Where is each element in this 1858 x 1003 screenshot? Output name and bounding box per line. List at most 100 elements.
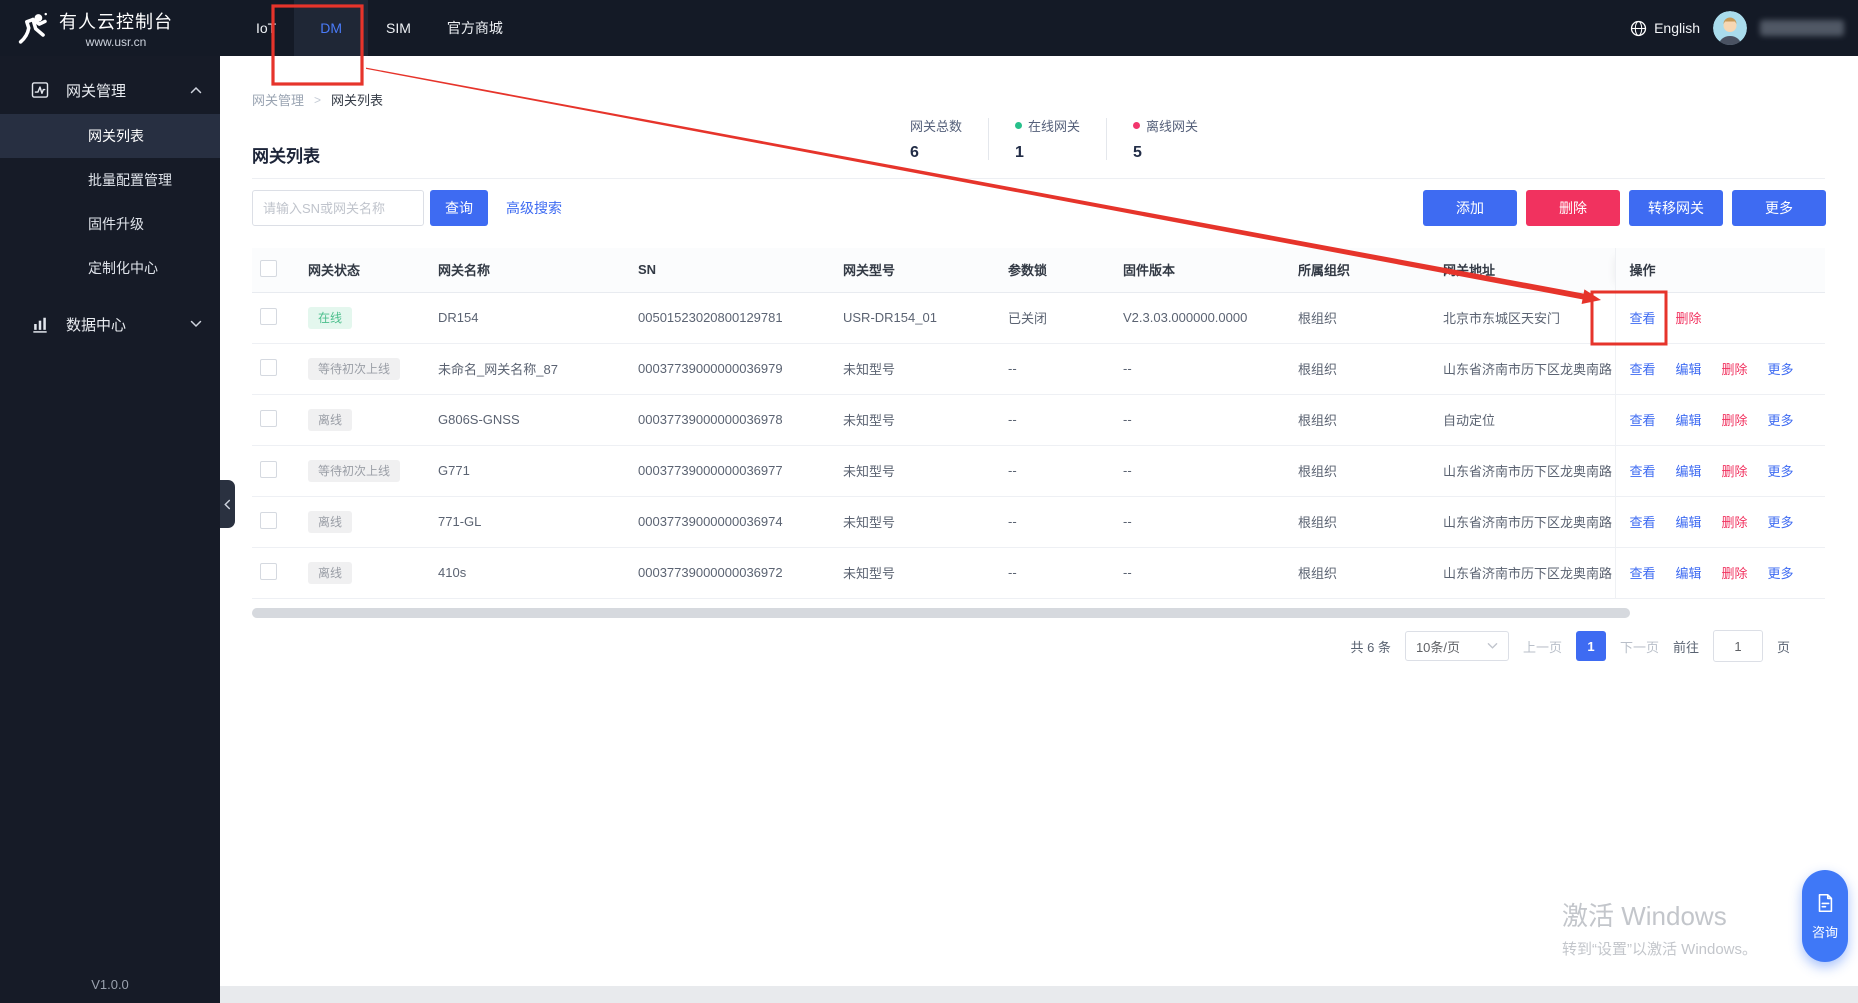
action-view-link[interactable]: 查看 xyxy=(1630,413,1656,428)
action-delete-link[interactable]: 删除 xyxy=(1722,515,1748,530)
row-checkbox[interactable] xyxy=(260,409,277,427)
action-more-link[interactable]: 更多 xyxy=(1768,413,1794,428)
gateway-name-cell: 未命名_网关名称_87 xyxy=(430,343,630,395)
sidebar-item-label: 批量配置管理 xyxy=(88,172,172,188)
row-checkbox[interactable] xyxy=(260,460,277,478)
language-switcher[interactable]: English xyxy=(1630,20,1700,37)
stat-divider xyxy=(988,118,990,160)
row-actions: 查看 编辑 删除 更多 xyxy=(1614,343,1825,395)
action-view-link[interactable]: 查看 xyxy=(1630,362,1656,377)
current-page-button[interactable]: 1 xyxy=(1575,631,1606,661)
action-view-link[interactable]: 查看 xyxy=(1630,566,1656,581)
sidebar-item-label: 固件升级 xyxy=(88,216,144,232)
sidebar-group[interactable]: 网关管理 xyxy=(0,66,220,114)
action-view-link[interactable]: 查看 xyxy=(1630,311,1656,326)
action-view-link[interactable]: 查看 xyxy=(1630,515,1656,530)
avatar[interactable] xyxy=(1713,11,1747,45)
breadcrumb-parent[interactable]: 网关管理 xyxy=(252,90,304,109)
action-delete-link[interactable]: 删除 xyxy=(1722,362,1748,377)
action-more-link[interactable]: 更多 xyxy=(1768,566,1794,581)
select-all-checkbox[interactable] xyxy=(260,259,277,277)
document-icon xyxy=(1814,892,1836,914)
app-window: 有人云控制台 www.usr.cn IoT DM SIM 官方商城 Englis… xyxy=(0,0,1858,1003)
action-more-link[interactable]: 更多 xyxy=(1768,362,1794,377)
action-view-link[interactable]: 查看 xyxy=(1630,464,1656,479)
page-size-value: 10条/页 xyxy=(1415,639,1461,655)
page-size-select[interactable]: 10条/页 xyxy=(1404,631,1509,661)
brand: 有人云控制台 www.usr.cn xyxy=(0,8,220,49)
action-delete-link[interactable]: 删除 xyxy=(1676,311,1702,326)
advanced-search-link[interactable]: 高级搜索 xyxy=(506,198,562,218)
action-more-link[interactable]: 更多 xyxy=(1768,464,1794,479)
username-redacted[interactable] xyxy=(1760,20,1844,36)
sidebar-collapse-handle[interactable] xyxy=(220,480,235,528)
row-checkbox[interactable] xyxy=(260,307,277,325)
stat-divider xyxy=(1106,118,1108,160)
table-row: 等待初次上线 未命名_网关名称_87 00037739000000036979 … xyxy=(252,343,1825,395)
app-title: 有人云控制台 xyxy=(59,11,173,32)
sn-cell: 00037739000000036979 xyxy=(630,343,835,395)
app-subtitle: www.usr.cn xyxy=(85,34,147,49)
search-input[interactable] xyxy=(252,190,424,226)
sidebar-item-label: 网关列表 xyxy=(88,128,144,144)
stat-online: 在线网关 1 xyxy=(1015,116,1080,162)
consult-button[interactable]: 咨询 xyxy=(1802,870,1848,962)
sidebar-item[interactable]: 批量配置管理 xyxy=(0,158,220,202)
action-edit-link[interactable]: 编辑 xyxy=(1676,515,1702,530)
more-button[interactable]: 更多 xyxy=(1732,190,1826,226)
table-row: 离线 771-GL 00037739000000036974 未知型号 -- -… xyxy=(252,496,1825,548)
chevron-up-icon xyxy=(190,86,202,94)
action-delete-link[interactable]: 删除 xyxy=(1722,413,1748,428)
action-edit-link[interactable]: 编辑 xyxy=(1676,413,1702,428)
horizontal-scrollbar-thumb[interactable] xyxy=(252,608,1630,618)
delete-button[interactable]: 删除 xyxy=(1526,190,1620,226)
sn-cell: 00037739000000036977 xyxy=(630,445,835,497)
model-cell: 未知型号 xyxy=(835,496,1000,548)
address-cell: 自动定位 xyxy=(1435,394,1615,446)
next-page-button[interactable]: 下一页 xyxy=(1620,637,1659,656)
sidebar-item[interactable]: 固件升级 xyxy=(0,202,220,246)
toolbar: 查询 高级搜索 添加 删除 转移网关 更多 xyxy=(252,190,1826,226)
chevron-down-icon xyxy=(190,320,202,328)
column-header: 所属组织 xyxy=(1290,248,1435,293)
top-nav: IoT DM SIM 官方商城 xyxy=(238,0,521,56)
usr-logo-icon xyxy=(16,11,50,45)
action-edit-link[interactable]: 编辑 xyxy=(1676,362,1702,377)
nav-item-label: SIM xyxy=(386,20,411,36)
gateway-name-cell: G771 xyxy=(430,445,630,497)
stat-offline: 离线网关 5 xyxy=(1133,116,1198,162)
action-edit-link[interactable]: 编辑 xyxy=(1676,464,1702,479)
model-cell: 未知型号 xyxy=(835,445,1000,497)
action-more-link[interactable]: 更多 xyxy=(1768,515,1794,530)
action-edit-link[interactable]: 编辑 xyxy=(1676,566,1702,581)
sidebar-group[interactable]: 数据中心 xyxy=(0,300,220,348)
action-delete-link[interactable]: 删除 xyxy=(1722,566,1748,581)
sidebar-group-label: 网关管理 xyxy=(66,82,127,100)
action-delete-link[interactable]: 删除 xyxy=(1722,464,1748,479)
row-checkbox[interactable] xyxy=(260,511,277,529)
sn-cell: 00037739000000036974 xyxy=(630,496,835,548)
version-label: V1.0.0 xyxy=(91,977,129,992)
param-lock-cell: -- xyxy=(1000,343,1115,395)
gateway-icon xyxy=(30,80,50,100)
nav-item-sim[interactable]: SIM xyxy=(368,0,429,56)
query-button[interactable]: 查询 xyxy=(430,190,488,226)
nav-item-dm[interactable]: DM xyxy=(294,0,369,56)
page-title: 网关列表 xyxy=(252,147,320,166)
column-header: 网关状态 xyxy=(300,248,430,293)
add-button[interactable]: 添加 xyxy=(1423,190,1517,226)
address-cell: 北京市东城区天安门 xyxy=(1435,292,1615,344)
goto-page-input[interactable] xyxy=(1712,630,1763,662)
row-checkbox[interactable] xyxy=(260,358,277,376)
nav-item-官方商城[interactable]: 官方商城 xyxy=(429,0,521,56)
transfer-gateway-button[interactable]: 转移网关 xyxy=(1629,190,1723,226)
nav-item-iot[interactable]: IoT xyxy=(238,0,294,56)
sidebar-item[interactable]: 定制化中心 xyxy=(0,246,220,290)
column-header: 参数锁 xyxy=(1000,248,1115,293)
address-cell: 山东省济南市历下区龙奥南路 xyxy=(1435,496,1615,548)
row-checkbox[interactable] xyxy=(260,562,277,580)
gateway-table: 网关状态 网关名称 SN 网关型号 参数锁 固件版本 所属组织 网关地址 操作 在线 DR154… xyxy=(252,248,1825,599)
prev-page-button[interactable]: 上一页 xyxy=(1523,637,1562,656)
globe-icon xyxy=(1630,20,1647,37)
sidebar-item[interactable]: 网关列表 xyxy=(0,114,220,158)
